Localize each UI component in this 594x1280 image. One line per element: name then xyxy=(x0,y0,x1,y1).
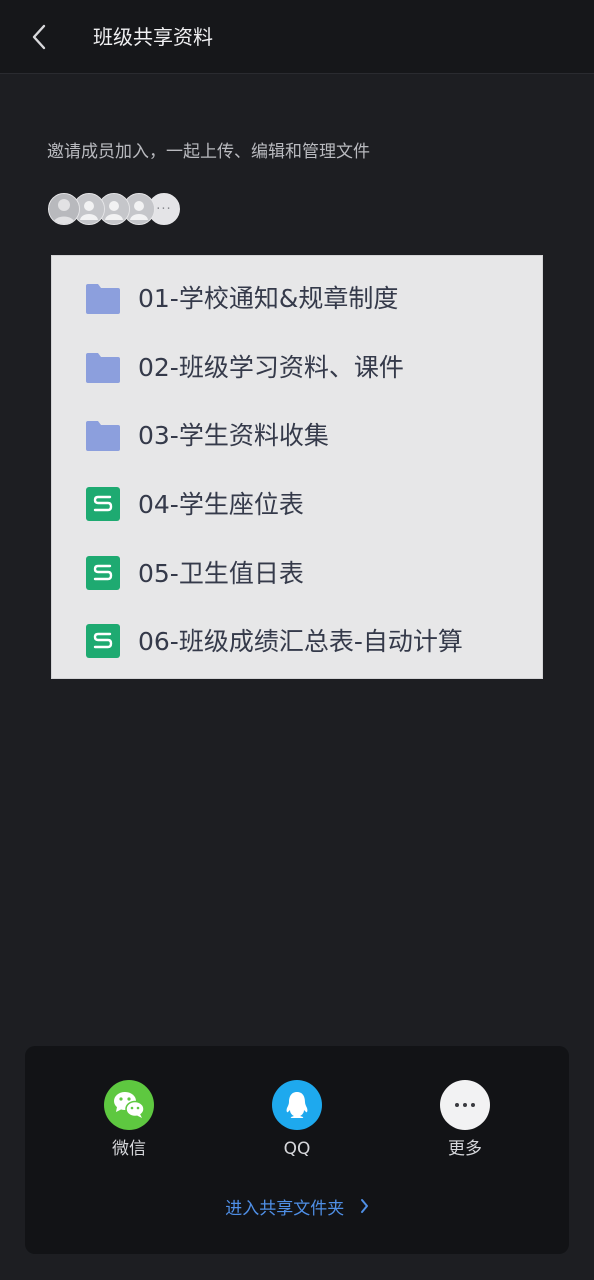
list-item[interactable]: 05-卫生值日表 xyxy=(52,544,542,604)
share-panel: 微信 QQ 更多 进入共享文件夹 xyxy=(25,1046,569,1254)
enter-shared-folder-label: 进入共享文件夹 xyxy=(225,1199,345,1219)
file-name: 02-班级学习资料、课件 xyxy=(138,353,404,382)
file-name: 05-卫生值日表 xyxy=(138,559,304,588)
more-members-label: ··· xyxy=(156,201,172,217)
enter-shared-folder-link[interactable]: 进入共享文件夹 xyxy=(25,1196,569,1222)
list-item[interactable]: 06-班级成绩汇总表-自动计算 xyxy=(52,612,542,672)
list-item[interactable]: 02-班级学习资料、课件 xyxy=(52,338,542,398)
share-wechat-label: 微信 xyxy=(112,1139,146,1159)
chevron-right-icon xyxy=(360,1196,369,1222)
file-name: 06-班级成绩汇总表-自动计算 xyxy=(138,627,463,656)
share-more-button[interactable]: 更多 xyxy=(420,1080,510,1160)
file-list: 01-学校通知&规章制度 02-班级学习资料、课件 03-学生资料收集 04-学… xyxy=(51,255,543,679)
chevron-left-icon xyxy=(32,24,46,50)
folder-icon xyxy=(86,421,120,451)
share-more-label: 更多 xyxy=(448,1139,482,1159)
wechat-icon xyxy=(104,1080,154,1130)
file-name: 01-学校通知&规章制度 xyxy=(138,284,399,313)
spreadsheet-icon xyxy=(86,487,120,521)
avatar xyxy=(48,193,80,225)
app-bar: 班级共享资料 xyxy=(0,0,594,74)
user-photo-icon xyxy=(49,194,79,224)
file-name: 04-学生座位表 xyxy=(138,490,304,519)
folder-icon xyxy=(86,353,120,383)
page-title: 班级共享资料 xyxy=(93,25,213,49)
share-wechat-button[interactable]: 微信 xyxy=(84,1080,174,1160)
member-avatars[interactable]: ··· xyxy=(48,193,188,225)
folder-icon xyxy=(86,284,120,314)
spreadsheet-icon xyxy=(86,556,120,590)
invite-description: 邀请成员加入，一起上传、编辑和管理文件 xyxy=(47,142,370,162)
qq-icon xyxy=(272,1080,322,1130)
spreadsheet-icon xyxy=(86,624,120,658)
list-item[interactable]: 04-学生座位表 xyxy=(52,475,542,535)
more-dots-icon xyxy=(440,1080,490,1130)
share-qq-label: QQ xyxy=(283,1139,311,1159)
share-qq-button[interactable]: QQ xyxy=(252,1080,342,1160)
file-name: 03-学生资料收集 xyxy=(138,421,329,450)
list-item[interactable]: 01-学校通知&规章制度 xyxy=(52,269,542,329)
list-item[interactable]: 03-学生资料收集 xyxy=(52,406,542,466)
back-button[interactable] xyxy=(22,20,56,54)
